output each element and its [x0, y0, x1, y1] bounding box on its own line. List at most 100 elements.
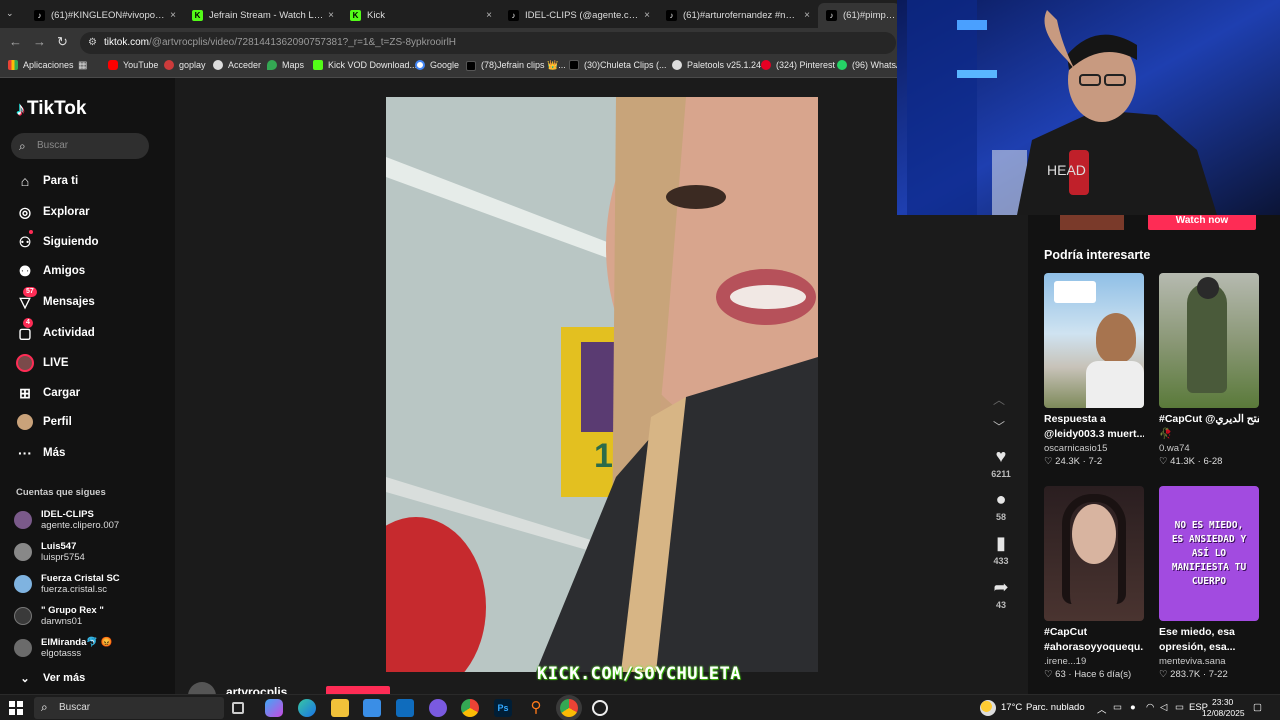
video-player[interactable]: 19 [386, 97, 818, 672]
weather-desc[interactable]: Parc. nublado [1026, 702, 1085, 713]
bookmark-pinterest[interactable]: (324) Pinterest [761, 60, 835, 70]
close-icon[interactable]: × [800, 10, 814, 21]
card-stats: ♡ 24.3K · 7-2 [1044, 456, 1103, 467]
discord-icon[interactable] [429, 699, 447, 717]
bookmark-maps[interactable]: Maps [267, 60, 304, 70]
bookmark-acceder[interactable]: Acceder [213, 60, 261, 70]
close-icon[interactable]: × [482, 10, 496, 21]
bookmark-paletools[interactable]: Paletools v25.1.24 [672, 60, 761, 70]
chrome-icon[interactable] [461, 699, 479, 717]
weather-temp[interactable]: 17°C [1001, 702, 1022, 713]
address-bar[interactable]: ⚙ tiktok.com/@artvrocplis/video/72814413… [80, 32, 896, 54]
save-button[interactable]: ▮ 433 [987, 533, 1015, 566]
sidebar-item-mensajes[interactable]: ▽ 57 Mensajes [16, 287, 95, 313]
bookmark-grid[interactable]: ▦ [78, 60, 87, 71]
back-icon[interactable]: ← [9, 34, 22, 49]
volume-icon[interactable]: ◁ [1160, 702, 1167, 713]
search-input[interactable]: ⌕ Buscar [11, 133, 149, 159]
sidebar-item-mas[interactable]: ··· Más [16, 442, 65, 464]
suggested-video-card[interactable]: #CapCut @المفتح الديري 🥀 0.wa74 ♡ 41.3K … [1159, 273, 1259, 467]
chevron-up-icon[interactable]: ︿ [993, 391, 1005, 408]
copilot-icon[interactable] [265, 699, 283, 717]
live-icon [16, 354, 34, 372]
following-account[interactable]: Luis547 luispr5754 [14, 538, 85, 566]
see-more-button[interactable]: ⌄ Ver más [16, 667, 85, 689]
sidebar-item-live[interactable]: LIVE [16, 352, 69, 374]
suggested-video-card[interactable]: NO ES MIEDO, ES ANSIEDAD Y ASÍ LO MANIFI… [1159, 486, 1259, 680]
pinterest-icon [761, 60, 771, 70]
file-explorer-icon[interactable] [331, 699, 349, 717]
svg-text:HEAD: HEAD [1047, 162, 1086, 178]
clock-date[interactable]: 12/08/2025 [1202, 708, 1245, 718]
suggested-video-card[interactable]: #CapCut #ahorasoyyoquequ... .irene...19 … [1044, 486, 1144, 680]
bookmark-google[interactable]: Google [415, 60, 459, 70]
browser-tab-active[interactable]: ♪ (61)#pimpon # [818, 3, 900, 28]
author-avatar[interactable] [188, 682, 216, 694]
browser-tab[interactable]: ♪ IDEL-CLIPS (@agente.clipero.00 × [500, 3, 658, 28]
suggested-video-card[interactable]: Respuesta a @leidy003.3 muert... oscarni… [1044, 273, 1144, 467]
search-icon: ⌕ [41, 700, 48, 714]
bookmark-jefrain-clips[interactable]: (78)Jefrain clips 👑... [466, 60, 566, 71]
sidebar-item-explorar[interactable]: ◎ Explorar [16, 201, 90, 223]
search-app-icon[interactable]: ⚲ [527, 699, 545, 717]
browser-tab[interactable]: ♪ (61)#KINGLEON#vivoporelstrea × [26, 3, 184, 28]
chrome-active-icon[interactable] [560, 699, 578, 717]
bookmark-chuleta-clips[interactable]: (30)Chuleta Clips (... [569, 60, 667, 70]
reload-icon[interactable]: ↻ [57, 34, 68, 50]
following-account[interactable]: " Grupo Rex " darwns01 [14, 602, 104, 630]
following-account[interactable]: ElMiranda🐬 😡 elgotasss [14, 634, 113, 662]
bookmark-kick-vod[interactable]: Kick VOD Download... [313, 60, 417, 70]
sidebar-item-amigos[interactable]: ⚉ Amigos [16, 260, 85, 282]
youtube-icon [108, 60, 118, 70]
site-info-icon[interactable]: ⚙ [88, 32, 97, 54]
follow-button[interactable] [326, 686, 390, 694]
friends-icon: ⚉ [18, 262, 32, 279]
chevron-down-icon[interactable]: ﹀ [993, 418, 1005, 435]
browser-tab[interactable]: K Kick × [342, 3, 500, 28]
close-icon[interactable]: × [640, 10, 654, 21]
card-title-2: #ahorasoyyoquequ... [1044, 641, 1144, 653]
share-icon: ➦ [993, 577, 1009, 597]
tray-chevron-icon[interactable]: ︿ [1097, 702, 1107, 716]
battery-icon[interactable]: ▭ [1175, 702, 1184, 713]
following-account[interactable]: IDEL-CLIPS agente.clipero.007 [14, 506, 119, 534]
tiktok-logo[interactable]: ♪ TikTok [16, 98, 86, 120]
photoshop-icon[interactable]: Ps [494, 699, 512, 717]
bookmark-goplay[interactable]: goplay [164, 60, 206, 70]
sidebar-item-siguiendo[interactable]: ⚇ Siguiendo [16, 230, 99, 253]
card-title: #CapCut @المفتح الديري [1159, 413, 1259, 425]
weather-icon[interactable] [980, 700, 996, 716]
edge-icon[interactable] [298, 699, 316, 717]
clock-time[interactable]: 23:30 [1212, 697, 1233, 707]
following-account[interactable]: Fuerza Cristal SC fuerza.cristal.sc [14, 570, 120, 598]
sidebar-item-actividad[interactable]: ▢ 4 Actividad [16, 318, 95, 344]
taskbar-search-input[interactable]: ⌕ Buscar [34, 697, 224, 719]
comment-button[interactable]: ● 58 [987, 489, 1015, 522]
tab-list-button[interactable]: ⌄ [6, 8, 14, 19]
browser-tab[interactable]: K Jefrain Stream - Watch Live on × [184, 3, 342, 28]
like-button[interactable]: ♥ 6211 [987, 446, 1015, 479]
forward-icon[interactable]: → [33, 34, 46, 49]
close-icon[interactable]: × [166, 10, 180, 21]
sidebar-item-perfil[interactable]: Perfil [16, 411, 72, 433]
store-icon[interactable] [363, 699, 381, 717]
kick-overlay-text: KICK.COM/SOYCHULETA [537, 664, 741, 684]
inbox-icon: ▽ 57 [16, 287, 37, 311]
bookmark-youtube[interactable]: YouTube [108, 60, 158, 70]
windows-start-icon[interactable] [9, 701, 23, 715]
avatar [14, 575, 32, 593]
share-button[interactable]: ➦ 43 [987, 577, 1015, 610]
whatsapp-icon [837, 60, 847, 70]
sidebar-item-cargar[interactable]: ⊞ Cargar [16, 382, 80, 404]
browser-tab[interactable]: ♪ (61)#arturofernandez #neutroy × [658, 3, 818, 28]
outlook-icon[interactable] [396, 699, 414, 717]
author-name[interactable]: artvrocplis [226, 685, 287, 694]
activity-icon: ▢ 4 [18, 318, 33, 341]
task-view-icon[interactable] [232, 702, 244, 714]
bookmark-apps[interactable]: Aplicaciones [8, 60, 74, 70]
notification-icon[interactable]: ▢ [1253, 702, 1262, 713]
close-icon[interactable]: × [324, 10, 338, 21]
sidebar-item-para-ti[interactable]: ⌂ Para ti [16, 170, 78, 192]
wifi-icon[interactable]: ◠ [1146, 702, 1154, 713]
obs-icon[interactable] [592, 700, 608, 716]
